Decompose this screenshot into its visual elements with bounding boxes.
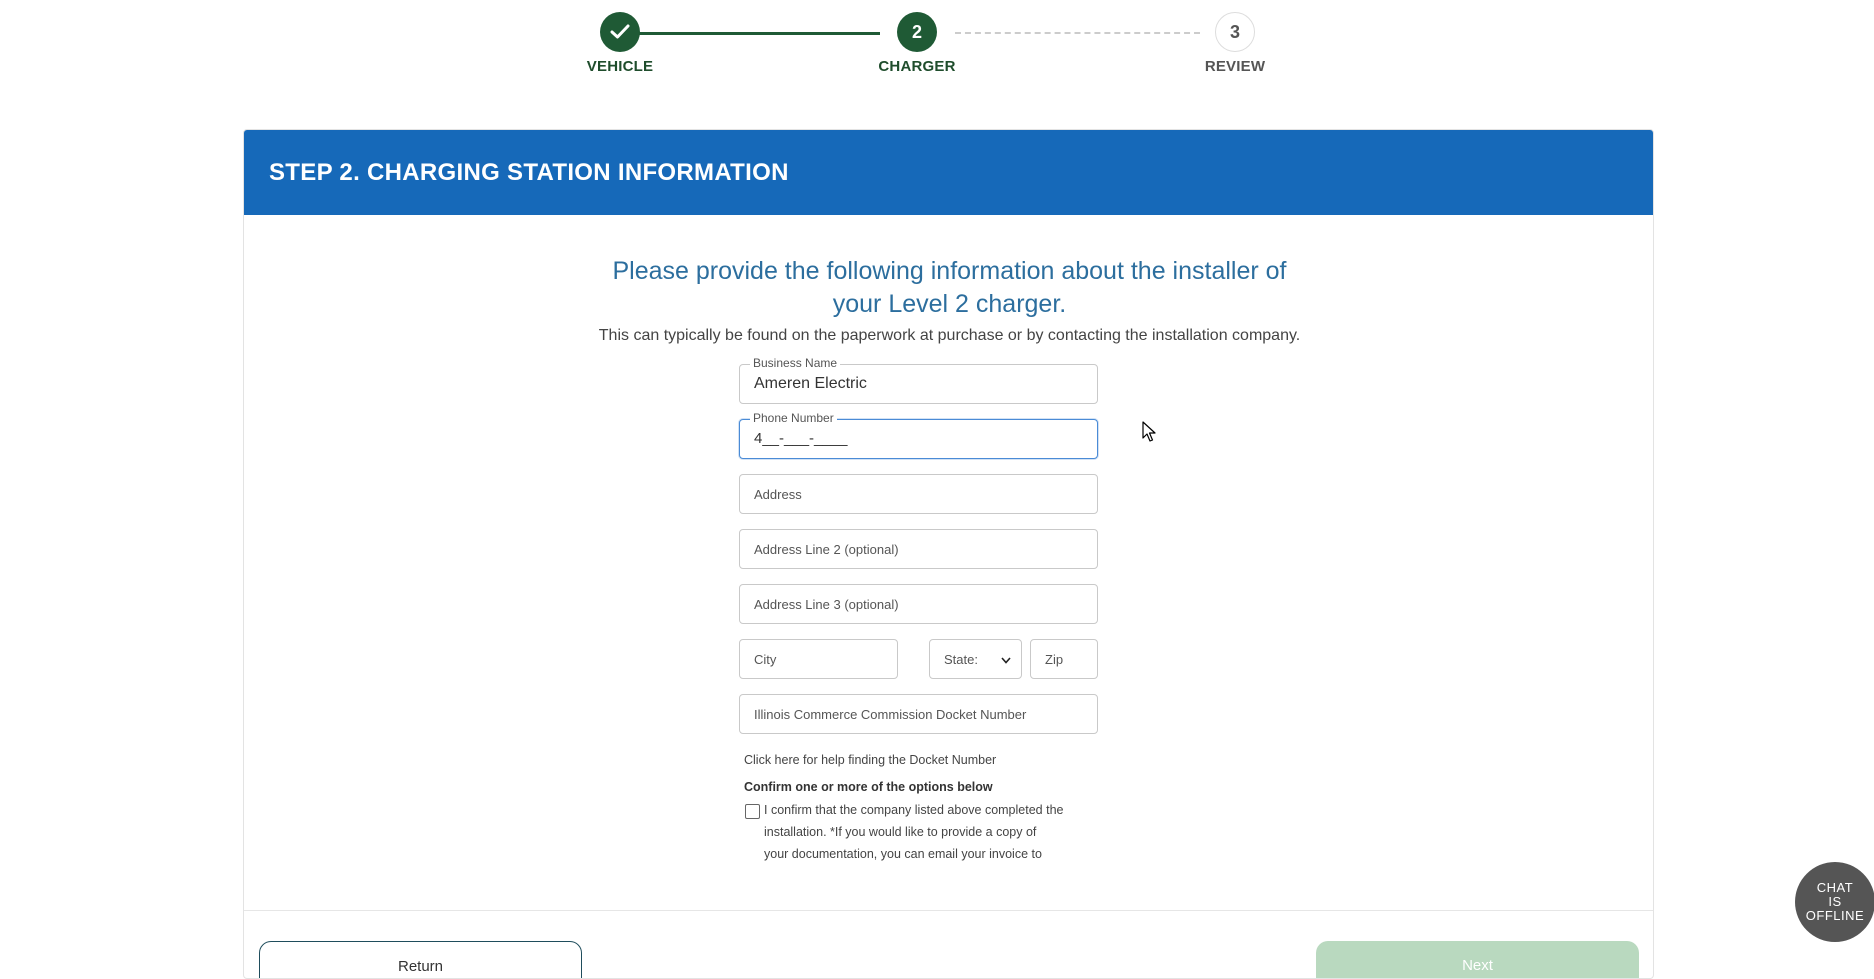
address-line-2-placeholder: Address Line 2 (optional) [754,542,899,557]
business-name-value: Ameren Electric [754,375,867,392]
return-button[interactable]: Return [259,941,582,978]
intro-lead: Please provide the following information… [612,257,1287,318]
docket-help-link[interactable]: Click here for help finding the Docket N… [744,753,996,767]
charging-station-card: STEP 2. CHARGING STATION INFORMATION Ple… [243,129,1654,979]
step-label: VEHICLE [586,58,654,75]
footer-divider [244,910,1653,911]
address-line-2-field[interactable]: Address Line 2 (optional) [739,529,1098,569]
confirm-title: Confirm one or more of the options below [744,780,993,794]
chat-line-2: IS [1828,894,1842,909]
intro: Please provide the following information… [244,255,1653,345]
card-header: STEP 2. CHARGING STATION INFORMATION [244,130,1653,215]
step-vehicle: VEHICLE [550,0,690,75]
zip-placeholder: Zip [1045,652,1064,667]
phone-number-label: Phone Number [750,411,837,425]
chat-offline-badge[interactable]: CHAT IS OFFLINE [1795,862,1874,942]
check-icon [600,12,640,52]
address-line-3-placeholder: Address Line 3 (optional) [754,597,899,612]
confirm-option-text: I confirm that the company listed above … [764,803,1064,861]
address-placeholder: Address [754,487,802,502]
phone-number-value: 4__-___-____ [754,430,848,447]
docket-number-field[interactable]: Illinois Commerce Commission Docket Numb… [739,694,1098,734]
step-number: 2 [897,12,937,52]
step-connector [955,32,1200,34]
mouse-cursor-icon [1142,421,1158,443]
chevron-down-icon [1001,653,1011,667]
address-line-3-field[interactable]: Address Line 3 (optional) [739,584,1098,624]
step-label: CHARGER [878,58,956,75]
business-name-field[interactable]: Business Name Ameren Electric [739,356,1098,404]
step-charger: 2 CHARGER [847,0,987,75]
step-number: 3 [1215,12,1255,52]
state-selected: State: [944,652,978,667]
step-label: REVIEW [1204,58,1266,75]
next-button[interactable]: Next [1316,941,1639,978]
docket-number-placeholder: Illinois Commerce Commission Docket Numb… [754,707,1027,722]
card-title: STEP 2. CHARGING STATION INFORMATION [269,158,789,186]
city-placeholder: City [754,652,777,667]
step-review: 3 REVIEW [1165,0,1305,75]
zip-field[interactable]: Zip [1030,639,1098,679]
intro-sub: This can typically be found on the paper… [598,327,1301,344]
chat-line-1: CHAT [1816,880,1854,895]
confirm-checkbox[interactable] [745,804,760,819]
state-select[interactable]: State: [929,639,1022,679]
step-connector [637,32,880,35]
address-field[interactable]: Address [739,474,1098,514]
city-field[interactable]: City [739,639,898,679]
phone-number-field[interactable]: Phone Number 4__-___-____ [739,411,1098,459]
business-name-label: Business Name [750,356,841,370]
progress-stepper: VEHICLE 2 CHARGER 3 REVIEW [0,0,1874,80]
chat-line-3: OFFLINE [1805,908,1865,923]
